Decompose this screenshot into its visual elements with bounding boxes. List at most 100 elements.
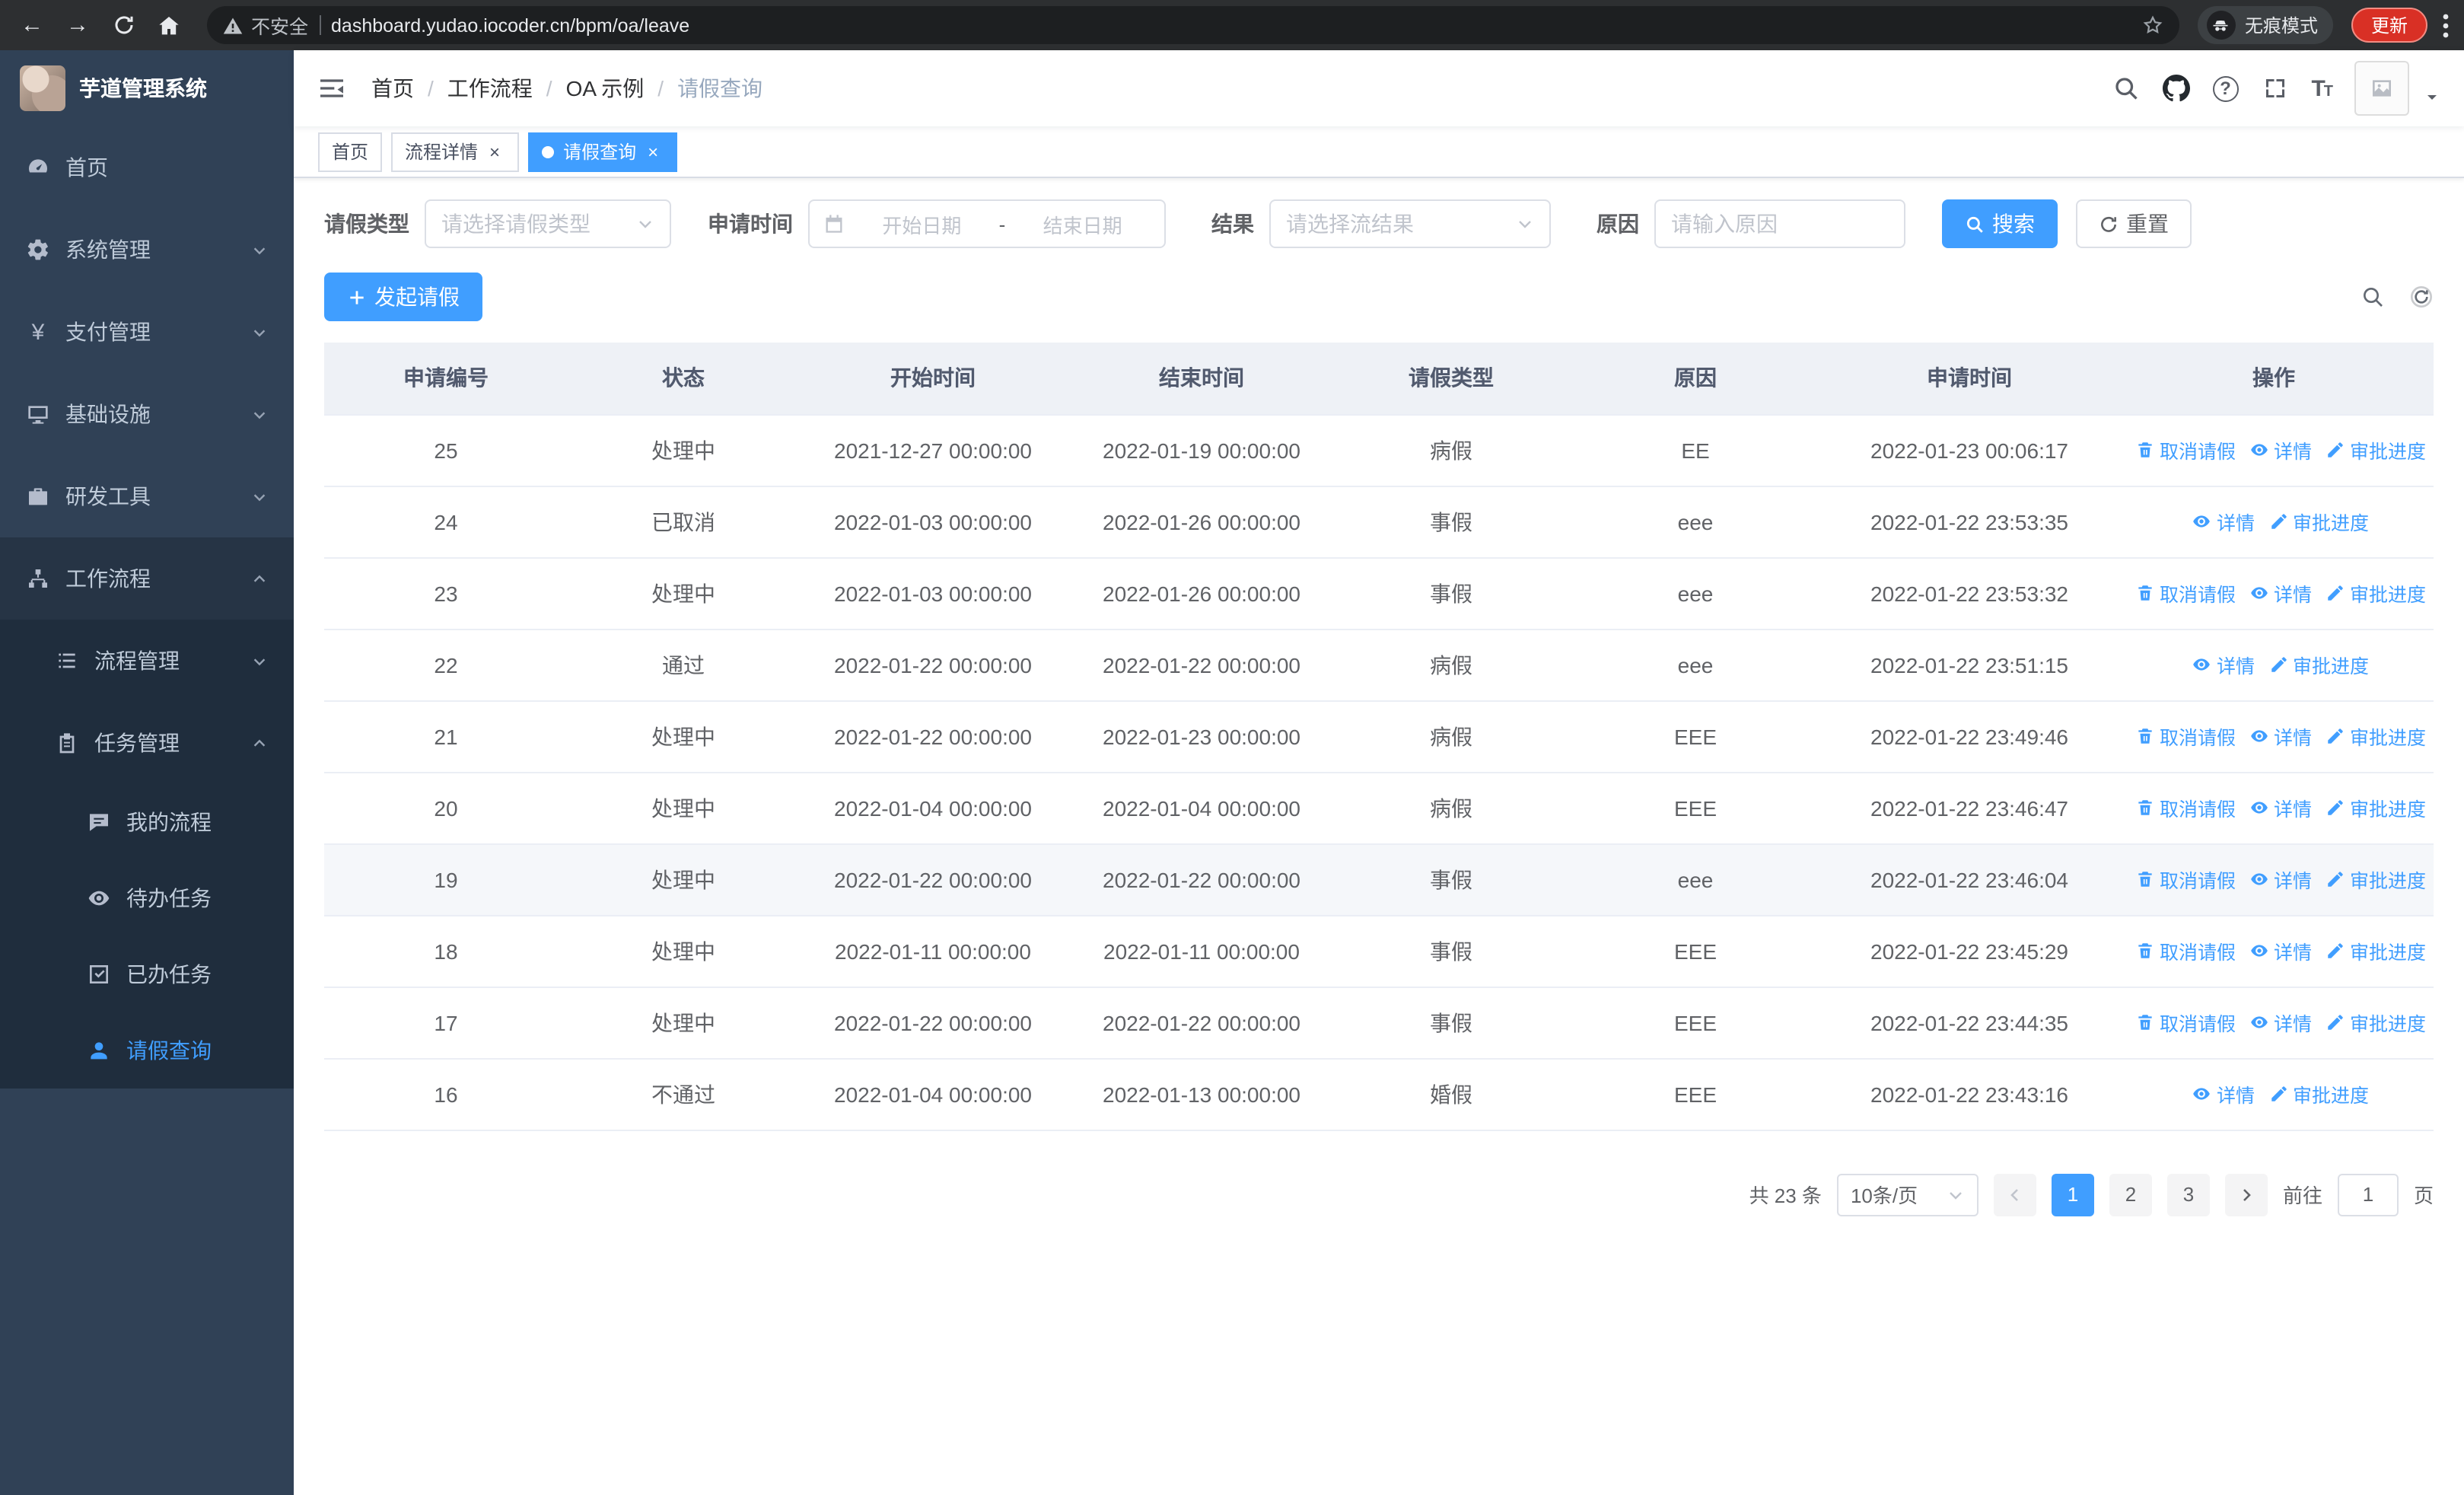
approval-progress-link[interactable]: 审批进度 [2268,1079,2369,1108]
sidebar-item-leave-query[interactable]: 请假查询 [0,1012,294,1089]
chevron-down-icon [253,493,266,501]
table-row: 19 处理中 2022-01-22 00:00:00 2022-01-22 00:00… [324,843,2434,916]
detail-link[interactable]: 详情 [2249,865,2312,894]
sidebar-item-infrastructure[interactable]: 基础设施 [0,373,294,455]
search-button[interactable]: 搜索 [1942,199,2058,248]
approval-progress-link[interactable]: 审批进度 [2326,435,2426,464]
app-logo[interactable]: 芋道管理系统 [0,50,294,126]
avatar-caret-icon[interactable] [2423,88,2441,107]
sidebar-toggle-icon[interactable] [317,73,347,104]
reason-input[interactable] [1671,212,1889,236]
sidebar-item-workflow[interactable]: 工作流程 [0,537,294,620]
reload-button[interactable] [103,5,143,45]
result-select[interactable]: 请选择流结果 [1269,199,1551,248]
sidebar-item-my-process[interactable]: 我的流程 [0,784,294,860]
delete-icon [2138,442,2152,457]
page-button-2[interactable]: 2 [2109,1173,2152,1216]
cancel-leave-link[interactable]: 取消请假 [2135,722,2236,751]
approval-progress-link[interactable]: 审批进度 [2268,650,2369,679]
tab-home[interactable]: 首页 [318,132,383,171]
detail-link[interactable]: 详情 [2192,1079,2255,1108]
reason-cell: eee [1566,486,1825,558]
create-leave-button[interactable]: 发起请假 [324,273,482,321]
application-no-cell: 16 [324,1058,568,1130]
cancel-leave-link[interactable]: 取消请假 [2135,936,2236,965]
approval-progress-link[interactable]: 审批进度 [2326,793,2426,822]
cancel-leave-link[interactable]: 取消请假 [2135,1008,2236,1037]
detail-link[interactable]: 详情 [2249,579,2312,607]
detail-link[interactable]: 详情 [2249,722,2312,751]
table-body: 25 处理中 2021-12-27 00:00:00 2022-01-19 00:00… [324,414,2434,1130]
reason-cell: eee [1566,557,1825,630]
approval-progress-link[interactable]: 审批进度 [2326,865,2426,894]
approval-progress-link[interactable]: 审批进度 [2326,936,2426,965]
prev-page-button[interactable] [1993,1173,2036,1216]
sidebar-item-todo-tasks[interactable]: 待办任务 [0,860,294,936]
breadcrumb-home[interactable]: 首页 [371,73,414,104]
back-button[interactable]: ← [12,5,52,45]
sidebar-item-process-mgmt[interactable]: 流程管理 [0,620,294,702]
page-unit-label: 页 [2413,1184,2434,1207]
approval-progress-link[interactable]: 审批进度 [2326,579,2426,607]
chevron-down-icon [253,247,266,254]
detail-link[interactable]: 详情 [2192,650,2255,679]
breadcrumb-oa-example[interactable]: OA 示例 [566,73,645,104]
update-button[interactable]: 更新 [2351,8,2427,43]
end-date-field[interactable]: 结束日期 [1014,209,1151,238]
leave-type-select[interactable]: 请选择请假类型 [425,199,671,248]
fullscreen-icon[interactable] [2261,75,2288,102]
sidebar-item-home[interactable]: 首页 [0,126,294,209]
help-icon[interactable]: ? [2212,75,2239,101]
approval-progress-link[interactable]: 审批进度 [2326,722,2426,751]
search-toggle-icon[interactable] [2361,285,2385,309]
workflow-icon [29,569,47,588]
goto-page-input[interactable] [2337,1173,2399,1216]
security-chip[interactable]: 不安全 [222,11,308,40]
home-button[interactable] [149,5,189,45]
sidebar-item-system[interactable]: 系统管理 [0,209,294,291]
avatar[interactable] [2354,61,2409,116]
col-status: 状态 [568,343,799,415]
start-time-cell: 2022-01-22 00:00:00 [799,987,1067,1059]
refresh-icon[interactable] [2409,285,2434,309]
start-date-field[interactable]: 开始日期 [854,209,990,238]
browser-menu-icon[interactable] [2443,13,2449,37]
apply-time-cell: 2022-01-22 23:44:35 [1825,987,2114,1059]
detail-link[interactable]: 详情 [2249,1008,2312,1037]
edit-icon [2328,585,2343,601]
reset-button[interactable]: 重置 [2076,199,2192,248]
font-size-icon[interactable]: TT [2311,75,2333,101]
close-icon[interactable]: × [642,141,664,162]
cancel-leave-link[interactable]: 取消请假 [2135,435,2236,464]
sidebar-item-payment[interactable]: ¥ 支付管理 [0,291,294,373]
detail-link[interactable]: 详情 [2192,507,2255,536]
sidebar-item-done-tasks[interactable]: 已办任务 [0,936,294,1012]
page-size-select[interactable]: 10条/页 [1836,1173,1979,1216]
approval-progress-link[interactable]: 审批进度 [2326,1008,2426,1037]
eye-icon [2251,730,2268,742]
detail-link[interactable]: 详情 [2249,435,2312,464]
page-button-1[interactable]: 1 [2051,1173,2094,1216]
next-page-button[interactable] [2224,1173,2268,1216]
detail-link[interactable]: 详情 [2249,936,2312,965]
search-icon[interactable] [2112,75,2139,102]
list-icon [59,653,75,668]
approval-progress-link[interactable]: 审批进度 [2268,507,2369,536]
close-icon[interactable]: × [484,141,505,162]
sidebar-item-task-mgmt[interactable]: 任务管理 [0,702,294,784]
cancel-leave-link[interactable]: 取消请假 [2135,865,2236,894]
address-bar[interactable]: 不安全 dashboard.yudao.iocoder.cn/bpm/oa/le… [207,6,2179,44]
apply-time-range-picker[interactable]: 开始日期 - 结束日期 [808,199,1166,248]
cancel-leave-link[interactable]: 取消请假 [2135,793,2236,822]
forward-button[interactable]: → [58,5,97,45]
cancel-leave-link[interactable]: 取消请假 [2135,579,2236,607]
sidebar-item-devtools[interactable]: 研发工具 [0,455,294,537]
bookmark-star-icon[interactable] [2141,14,2164,37]
github-icon[interactable] [2162,75,2190,102]
detail-link[interactable]: 详情 [2249,793,2312,822]
tab-leave-query[interactable]: 请假查询 × [528,132,678,171]
breadcrumb-workflow[interactable]: 工作流程 [447,73,533,104]
page-button-3[interactable]: 3 [2166,1173,2210,1216]
application-no-cell: 22 [324,629,568,701]
tab-process-detail[interactable]: 流程详情 × [391,132,520,171]
